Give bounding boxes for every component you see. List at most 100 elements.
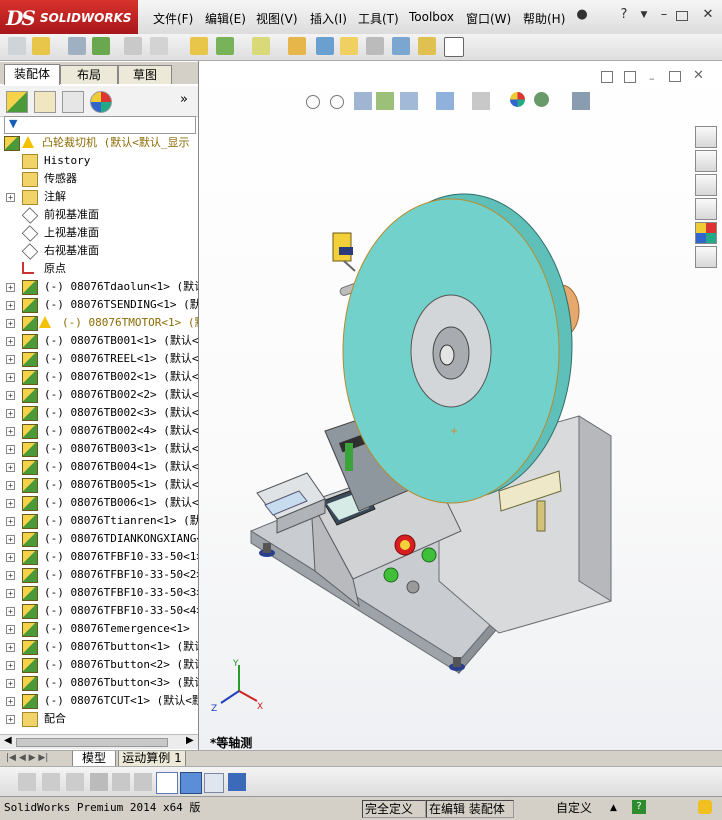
expand-toggle-icon[interactable]: +	[6, 355, 15, 364]
tree-item[interactable]: + 配合	[0, 710, 198, 728]
menu-window[interactable]: 窗口(W)	[466, 10, 511, 27]
bottom-tool-8-icon[interactable]	[180, 772, 202, 794]
instant3d-icon[interactable]	[418, 37, 436, 55]
tree-item[interactable]: 传感器	[0, 170, 198, 188]
cad-model[interactable]: +	[199, 61, 722, 750]
tree-item[interactable]: + 注解	[0, 188, 198, 206]
tree-item[interactable]: + (-) 08076Ttianren<1> (默认<	[0, 512, 198, 530]
tab-motion-study[interactable]: 运动算例 1	[118, 751, 186, 767]
bottom-tool-3-icon[interactable]	[66, 773, 84, 791]
new-icon[interactable]	[8, 37, 26, 55]
tree-item[interactable]: + (-) 08076TDIANKONGXIANG<1	[0, 530, 198, 548]
graphics-area[interactable]: – ✕ + Y X Z	[199, 61, 722, 750]
edit-appearance-icon[interactable]	[510, 92, 525, 107]
show-hidden-icon[interactable]	[252, 37, 270, 55]
move-component-icon[interactable]	[216, 37, 234, 55]
expand-toggle-icon[interactable]: +	[6, 283, 15, 292]
previous-view-icon[interactable]	[354, 92, 372, 110]
tree-item[interactable]: 右视基准面	[0, 242, 198, 260]
assembly-features-icon[interactable]	[288, 37, 306, 55]
appearances-icon[interactable]	[695, 222, 717, 244]
apply-scene-icon[interactable]	[534, 92, 549, 107]
expand-toggle-icon[interactable]: +	[6, 697, 15, 706]
expand-toggle-icon[interactable]: +	[6, 679, 15, 688]
expand-toggle-icon[interactable]: +	[6, 517, 15, 526]
tree-item[interactable]: + (-) 08076TB005<1> (默认<<	[0, 476, 198, 494]
menu-help[interactable]: 帮助(H)	[523, 10, 565, 27]
expand-toggle-icon[interactable]: +	[6, 535, 15, 544]
bottom-tool-4-icon[interactable]	[90, 773, 108, 791]
scroll-left-icon[interactable]: ◀	[4, 735, 12, 746]
tab-layout[interactable]: 布局	[60, 65, 118, 84]
new-motion-study-icon[interactable]	[340, 37, 358, 55]
file-explorer-icon[interactable]	[695, 174, 717, 196]
expand-toggle-icon[interactable]: +	[6, 301, 15, 310]
tree-item[interactable]: + (-) 08076TMOTOR<1> (默认	[0, 314, 198, 332]
status-units[interactable]: 自定义	[556, 800, 592, 816]
bottom-tool-2-icon[interactable]	[42, 773, 60, 791]
reference-geometry-icon[interactable]	[316, 37, 334, 55]
configuration-manager-icon[interactable]	[62, 91, 84, 113]
design-library-icon[interactable]	[695, 150, 717, 172]
bill-of-materials-icon[interactable]	[366, 37, 384, 55]
expand-toggle-icon[interactable]: +	[6, 427, 15, 436]
expand-toggle-icon[interactable]: +	[6, 193, 15, 202]
tree-root[interactable]: 凸轮裁切机 (默认<默认_显示	[0, 134, 198, 152]
menu-edit[interactable]: 编辑(E)	[205, 10, 246, 27]
menu-insert[interactable]: 插入(I)	[310, 10, 347, 27]
mate-icon[interactable]	[124, 37, 142, 55]
view-settings-icon[interactable]	[572, 92, 590, 110]
bottom-tool-5-icon[interactable]	[112, 773, 130, 791]
bottom-tool-9-icon[interactable]	[204, 773, 224, 793]
close-icon[interactable]: ✕	[700, 8, 716, 22]
tree-horizontal-scrollbar[interactable]: ◀ ▶	[0, 734, 198, 749]
tree-item[interactable]: + (-) 08076TB001<1> (默认<<	[0, 332, 198, 350]
help-icon[interactable]: ?	[616, 8, 632, 22]
expand-toggle-icon[interactable]: +	[6, 391, 15, 400]
units-dropdown-icon[interactable]: ▲	[610, 800, 617, 816]
component-pattern-icon[interactable]	[150, 37, 168, 55]
tree-item[interactable]: + (-) 08076TFBF10-33-50<1>	[0, 548, 198, 566]
help-status-icon[interactable]: ?	[632, 800, 646, 814]
tree-item[interactable]: + (-) 08076Temergence<1> (默	[0, 620, 198, 638]
smart-fasteners-icon[interactable]	[190, 37, 208, 55]
property-manager-icon[interactable]	[34, 91, 56, 113]
tree-item[interactable]: + (-) 08076TFBF10-33-50<4>	[0, 602, 198, 620]
view-orientation-icon[interactable]	[400, 92, 418, 110]
tab-sketch[interactable]: 草图	[118, 65, 172, 84]
expand-toggle-icon[interactable]: +	[6, 643, 15, 652]
exploded-view-icon[interactable]	[392, 37, 410, 55]
solidworks-logo[interactable]: DS SOLIDWORKS	[0, 0, 138, 34]
tree-item[interactable]: 原点	[0, 260, 198, 278]
tree-item[interactable]: + (-) 08076TB004<1> (默认<<	[0, 458, 198, 476]
tab-nav-icons[interactable]: |◀ ◀ ▶ ▶|	[6, 753, 48, 763]
menu-toolbox[interactable]: Toolbox	[409, 10, 454, 24]
tree-item[interactable]: + (-) 08076TFBF10-33-50<2>	[0, 566, 198, 584]
menu-tools[interactable]: 工具(T)	[358, 10, 399, 27]
expand-toggle-icon[interactable]: +	[6, 661, 15, 670]
filter-box[interactable]: ▼	[4, 116, 196, 134]
expand-toggle-icon[interactable]: +	[6, 319, 15, 328]
tree-item[interactable]: + (-) 08076TB002<4> (默认<<	[0, 422, 198, 440]
pin-icon[interactable]: ●	[574, 8, 590, 22]
tab-model[interactable]: 模型	[72, 751, 116, 767]
tree-item[interactable]: + (-) 08076TFBF10-33-50<3>	[0, 584, 198, 602]
bottom-tool-7-icon[interactable]	[156, 772, 178, 794]
tree-item[interactable]: + (-) 08076TB002<2> (默认<<	[0, 386, 198, 404]
expand-toggle-icon[interactable]: +	[6, 499, 15, 508]
grid-icon[interactable]	[444, 37, 464, 57]
edit-component-icon[interactable]	[68, 37, 86, 55]
tree-item[interactable]: History	[0, 152, 198, 170]
restore-icon[interactable]	[676, 11, 688, 21]
expand-toggle-icon[interactable]: +	[6, 553, 15, 562]
open-icon[interactable]	[32, 37, 50, 55]
display-style-icon[interactable]	[436, 92, 454, 110]
expand-toggle-icon[interactable]: +	[6, 373, 15, 382]
tree-item[interactable]: + (-) 08076Tbutton<1> (默认<	[0, 638, 198, 656]
display-manager-icon[interactable]	[90, 91, 112, 113]
tree-item[interactable]: + (-) 08076Tdaolun<1> (默认<	[0, 278, 198, 296]
hide-show-items-icon[interactable]	[472, 92, 490, 110]
expand-toggle-icon[interactable]: +	[6, 589, 15, 598]
scroll-right-icon[interactable]: ▶	[186, 735, 194, 746]
tree-item[interactable]: + (-) 08076TB002<1> (默认<<	[0, 368, 198, 386]
